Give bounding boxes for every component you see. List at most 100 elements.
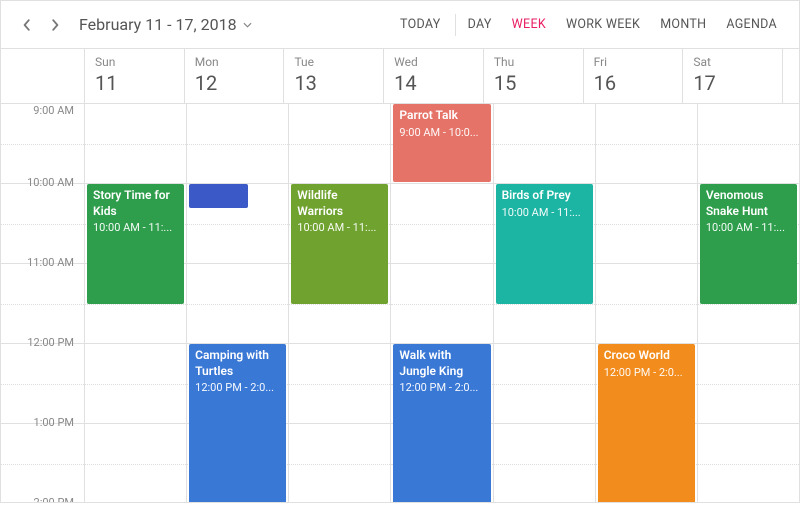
day-header-mon[interactable]: Mon 12 bbox=[185, 49, 285, 103]
event-title: Croco World bbox=[604, 348, 689, 364]
hour-cell[interactable] bbox=[187, 264, 288, 344]
event-time: 12:00 PM - 2:0... bbox=[399, 381, 484, 395]
hour-cell[interactable] bbox=[596, 104, 697, 184]
grid-scroll[interactable]: 9:00 AM 10:00 AM 11:00 AM 12:00 PM 1:00 … bbox=[1, 104, 799, 502]
event-time: 10:00 AM - 11:... bbox=[93, 221, 178, 235]
event-title: Venomous Snake Hunt bbox=[706, 188, 791, 219]
time-label: 1:00 PM bbox=[34, 416, 74, 429]
time-gutter-header bbox=[1, 49, 85, 103]
day-header-wed[interactable]: Wed 14 bbox=[384, 49, 484, 103]
day-name: Wed bbox=[394, 55, 473, 69]
time-slot: 11:00 AM bbox=[1, 264, 84, 344]
day-header-sat[interactable]: Sat 17 bbox=[683, 49, 783, 103]
date-range-label: February 11 - 17, 2018 bbox=[79, 15, 237, 34]
chevron-right-icon bbox=[49, 19, 61, 31]
event-title: Birds of Prey bbox=[502, 188, 587, 204]
hour-cell[interactable] bbox=[698, 424, 799, 502]
event[interactable]: Walk with Jungle King 12:00 PM - 2:0... bbox=[393, 344, 490, 502]
event[interactable]: Birds of Prey 10:00 AM - 11:... bbox=[496, 184, 593, 304]
event-time: 10:00 AM - 11:... bbox=[706, 221, 791, 235]
day-num: 17 bbox=[693, 71, 772, 95]
scroll-gutter-header bbox=[783, 49, 799, 103]
hour-cell[interactable] bbox=[596, 184, 697, 264]
hour-cell[interactable] bbox=[289, 104, 390, 184]
event[interactable]: Story Time for Kids 10:00 AM - 11:... bbox=[87, 184, 184, 304]
day-header-row: Sun 11 Mon 12 Tue 13 Wed 14 Thu 15 Fri 1… bbox=[1, 49, 799, 104]
event-title: Parrot Talk bbox=[399, 108, 484, 124]
day-header-tue[interactable]: Tue 13 bbox=[284, 49, 384, 103]
hour-cell[interactable] bbox=[289, 424, 390, 502]
event-time: 12:00 PM - 2:0... bbox=[604, 366, 689, 380]
event[interactable]: Croco World 12:00 PM - 2:0... bbox=[598, 344, 695, 502]
view-day[interactable]: DAY bbox=[458, 9, 502, 40]
hour-cell[interactable] bbox=[494, 104, 595, 184]
day-name: Sat bbox=[693, 55, 772, 69]
event[interactable]: Venomous Snake Hunt 10:00 AM - 11:... bbox=[700, 184, 797, 304]
time-slot: 9:00 AM bbox=[1, 104, 84, 184]
day-num: 14 bbox=[394, 71, 473, 95]
hour-cell[interactable] bbox=[187, 104, 288, 184]
day-column[interactable]: Parrot Talk9:00 AM - 10:0... Walk with Ju… bbox=[391, 104, 493, 502]
calendar-app: February 11 - 17, 2018 TODAY DAY WEEK WO… bbox=[0, 0, 800, 503]
time-slot: 10:00 AM bbox=[1, 184, 84, 264]
day-column[interactable]: Camping with Turtles12:00 PM - 2:0... bbox=[187, 104, 289, 502]
time-label: 11:00 AM bbox=[27, 256, 74, 269]
day-name: Mon bbox=[195, 55, 274, 69]
view-month[interactable]: MONTH bbox=[650, 9, 716, 40]
time-label: 9:00 AM bbox=[33, 104, 74, 117]
hour-cell[interactable] bbox=[698, 104, 799, 184]
caret-down-icon bbox=[243, 22, 252, 28]
day-column[interactable]: Wildlife Warriors 10:00 AM - 11:... bbox=[289, 104, 391, 502]
day-column[interactable]: Story Time for Kids 10:00 AM - 11:... bbox=[85, 104, 187, 502]
event-title: Camping with Turtles bbox=[195, 348, 280, 379]
prev-button[interactable] bbox=[13, 11, 41, 39]
hour-cell[interactable] bbox=[698, 344, 799, 424]
day-name: Thu bbox=[494, 55, 573, 69]
time-gutter: 9:00 AM 10:00 AM 11:00 AM 12:00 PM 1:00 … bbox=[1, 104, 85, 502]
day-num: 16 bbox=[594, 71, 673, 95]
event-title: Walk with Jungle King bbox=[399, 348, 484, 379]
today-button[interactable]: TODAY bbox=[390, 9, 451, 40]
toolbar: February 11 - 17, 2018 TODAY DAY WEEK WO… bbox=[1, 1, 799, 49]
next-button[interactable] bbox=[41, 11, 69, 39]
view-switcher: TODAY DAY WEEK WORK WEEK MONTH AGENDA bbox=[390, 9, 787, 40]
event-time: 10:00 AM - 11:... bbox=[502, 206, 587, 220]
day-num: 15 bbox=[494, 71, 573, 95]
event-title: Story Time for Kids bbox=[93, 188, 178, 219]
day-column[interactable]: Birds of Prey 10:00 AM - 11:... bbox=[494, 104, 596, 502]
day-column[interactable]: Venomous Snake Hunt 10:00 AM - 11:... bbox=[698, 104, 799, 502]
time-slot: 12:00 PM bbox=[1, 344, 84, 424]
hour-cell[interactable] bbox=[85, 104, 186, 184]
hour-cell[interactable] bbox=[494, 344, 595, 424]
day-header-thu[interactable]: Thu 15 bbox=[484, 49, 584, 103]
event[interactable]: Parrot Talk9:00 AM - 10:0... bbox=[393, 104, 490, 182]
hour-cell[interactable] bbox=[289, 344, 390, 424]
view-week[interactable]: WEEK bbox=[502, 9, 556, 40]
hour-cell[interactable] bbox=[391, 264, 492, 344]
day-grid: Story Time for Kids 10:00 AM - 11:... Camp… bbox=[85, 104, 799, 502]
time-slot: 1:00 PM bbox=[1, 424, 84, 502]
hour-cell[interactable] bbox=[494, 424, 595, 502]
day-name: Sun bbox=[95, 55, 174, 69]
view-work-week[interactable]: WORK WEEK bbox=[556, 9, 650, 40]
time-label: 12:00 PM bbox=[27, 336, 74, 349]
view-agenda[interactable]: AGENDA bbox=[716, 9, 787, 40]
event[interactable] bbox=[189, 184, 248, 208]
day-header-fri[interactable]: Fri 16 bbox=[584, 49, 684, 103]
event[interactable]: Wildlife Warriors 10:00 AM - 11:... bbox=[291, 184, 388, 304]
hour-cell[interactable] bbox=[391, 184, 492, 264]
hour-cell[interactable] bbox=[85, 344, 186, 424]
hour-cell[interactable] bbox=[596, 264, 697, 344]
calendar-body: 9:00 AM 10:00 AM 11:00 AM 12:00 PM 1:00 … bbox=[1, 104, 799, 502]
day-num: 12 bbox=[195, 71, 274, 95]
day-column[interactable]: Croco World 12:00 PM - 2:0... bbox=[596, 104, 698, 502]
hour-cell[interactable] bbox=[85, 424, 186, 502]
date-range-picker[interactable]: February 11 - 17, 2018 bbox=[79, 15, 252, 34]
event[interactable]: Camping with Turtles12:00 PM - 2:0... bbox=[189, 344, 286, 502]
day-header-sun[interactable]: Sun 11 bbox=[85, 49, 185, 103]
event-time: 10:00 AM - 11:... bbox=[297, 221, 382, 235]
time-label: 2:00 PM bbox=[34, 496, 74, 502]
event-title: Wildlife Warriors bbox=[297, 188, 382, 219]
chevron-left-icon bbox=[21, 19, 33, 31]
time-label: 10:00 AM bbox=[27, 176, 74, 189]
